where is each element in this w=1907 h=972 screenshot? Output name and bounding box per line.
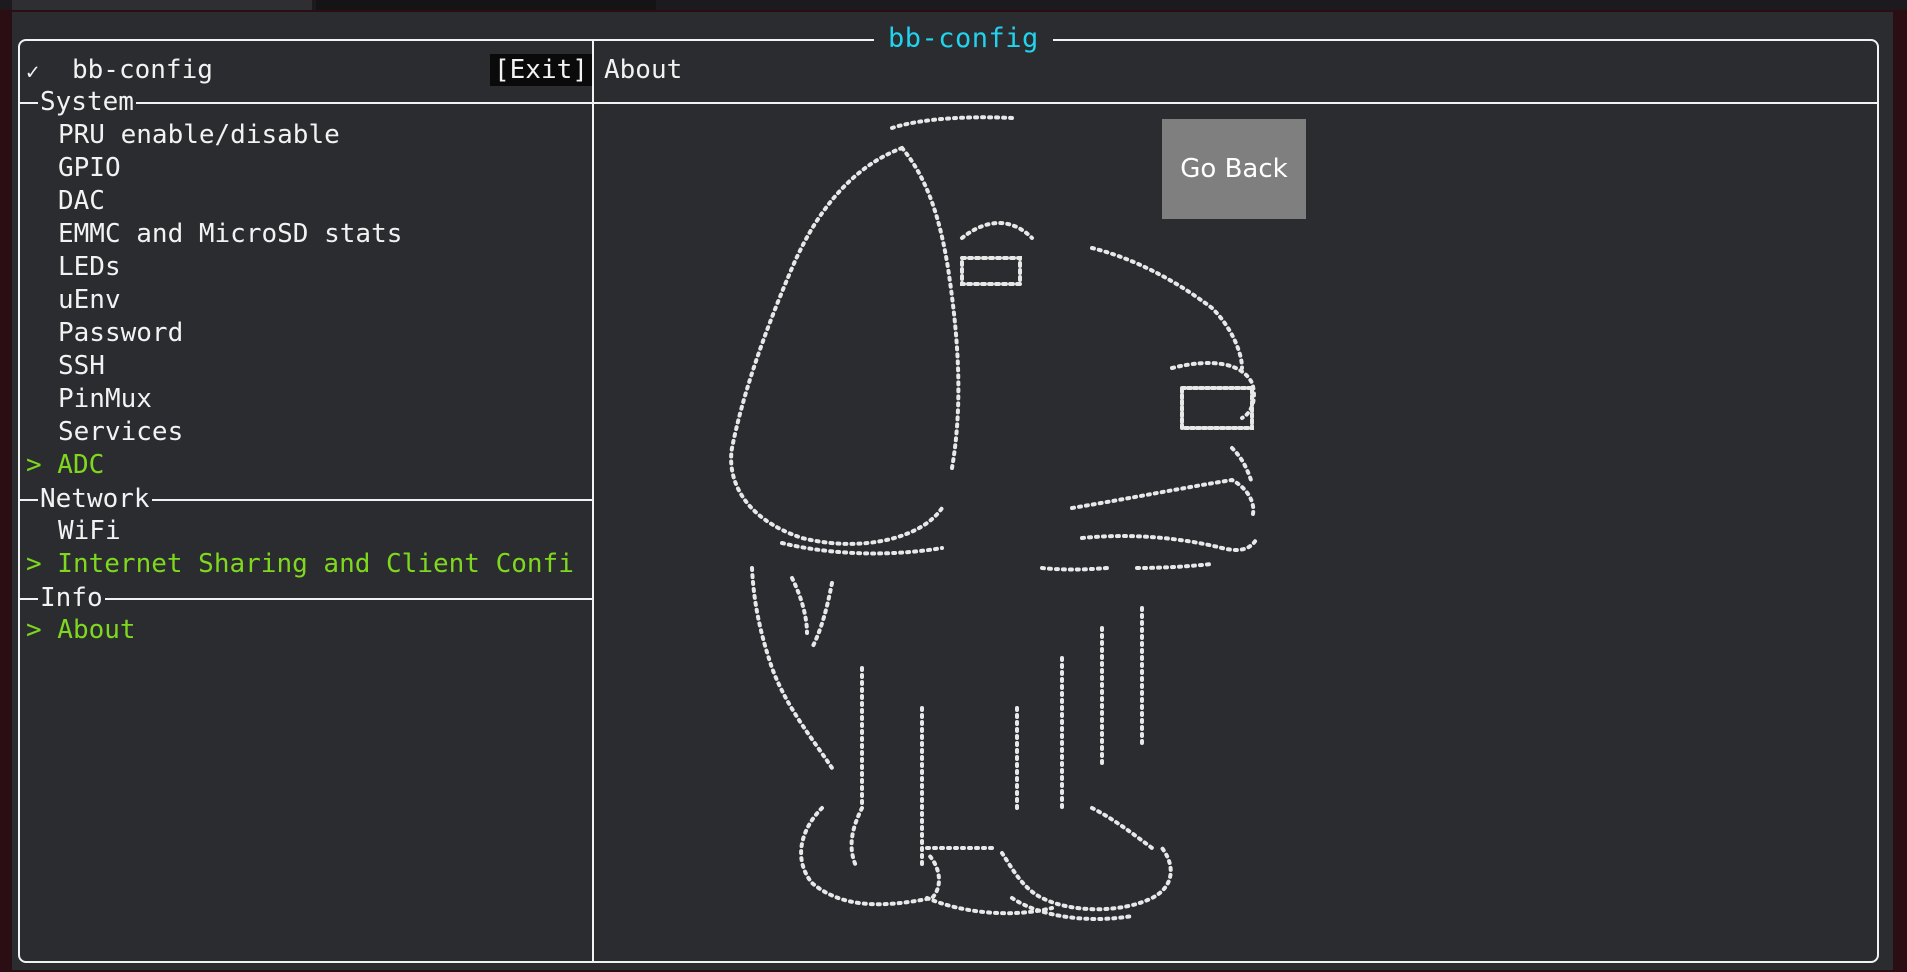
menu-item-password[interactable]: Password — [58, 317, 183, 349]
menu-item-emmc-stats[interactable]: EMMC and MicroSD stats — [58, 218, 402, 250]
menu-item-adc[interactable]: > ADC — [26, 449, 104, 481]
window-tab[interactable] — [316, 0, 656, 10]
section-rule-info — [20, 598, 593, 600]
menu-item-leds[interactable]: LEDs — [58, 251, 121, 283]
page-title: About — [604, 55, 683, 85]
frame-title: bb-config — [874, 22, 1053, 56]
menu-item-services[interactable]: Services — [58, 416, 183, 448]
pane-divider — [592, 40, 594, 962]
section-label-system: System — [38, 86, 136, 118]
section-label-info: Info — [38, 582, 105, 614]
menu-item-about[interactable]: > About — [26, 614, 136, 646]
check-icon: ✓ — [26, 60, 40, 85]
menu-item-ssh[interactable]: SSH — [58, 350, 105, 382]
exit-button[interactable]: [Exit] — [490, 54, 592, 86]
window-tab-strip — [0, 0, 1907, 10]
menu-item-pru[interactable]: PRU enable/disable — [58, 119, 340, 151]
app-title: bb-config — [72, 55, 213, 85]
menu-item-gpio[interactable]: GPIO — [58, 152, 121, 184]
menu-item-pinmux[interactable]: PinMux — [58, 383, 152, 415]
section-label-network: Network — [38, 483, 152, 515]
beagle-dog-braille-art-icon — [729, 115, 1259, 921]
terminal-window: bb-config ✓ bb-config [Exit] About Syste… — [12, 12, 1893, 970]
menu-item-internet-sharing[interactable]: > Internet Sharing and Client Confi — [26, 548, 574, 580]
menu-item-dac[interactable]: DAC — [58, 185, 105, 217]
menu-item-uenv[interactable]: uEnv — [58, 284, 121, 316]
menu-item-wifi[interactable]: WiFi — [58, 515, 121, 547]
window-tab[interactable] — [12, 0, 312, 10]
go-back-button[interactable]: Go Back — [1162, 119, 1306, 219]
